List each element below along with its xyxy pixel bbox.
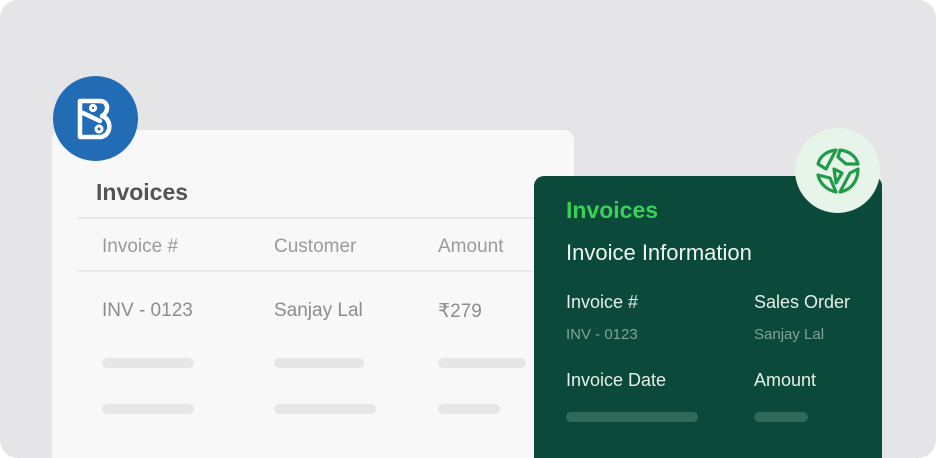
column-header-amount[interactable]: Amount xyxy=(438,236,503,258)
header-divider xyxy=(78,270,578,272)
column-header-customer[interactable]: Customer xyxy=(274,236,356,258)
invoices-list-title: Invoices xyxy=(96,179,189,205)
integration-logo-glyph xyxy=(815,147,860,194)
field-value-invoice-number: INV - 0123 xyxy=(566,326,638,343)
invoice-detail-title: Invoices xyxy=(566,197,659,223)
field-label-sales-order: Sales Order xyxy=(754,292,851,312)
field-label-amount: Amount xyxy=(754,370,817,390)
illustration-stage: Invoices Invoice # Customer Amount INV -… xyxy=(0,0,936,458)
integration-logo-icon xyxy=(795,128,880,213)
field-value-invoice-date-placeholder xyxy=(566,412,698,422)
invoice-information-heading: Invoice Information xyxy=(566,240,752,265)
field-value-sales-order: Sanjay Lal xyxy=(754,326,825,343)
title-divider xyxy=(78,217,578,219)
invoices-list-card: Invoices Invoice # Customer Amount INV -… xyxy=(52,130,578,458)
placeholder-bar xyxy=(438,404,500,414)
books-logo-glyph xyxy=(77,98,112,139)
books-logo-icon xyxy=(53,76,138,161)
placeholder-bar xyxy=(274,404,376,414)
field-label-invoice-date: Invoice Date xyxy=(566,370,667,390)
cell-customer: Sanjay Lal xyxy=(274,300,363,321)
placeholder-bar xyxy=(438,358,526,368)
cell-invoice-number: INV - 0123 xyxy=(102,300,193,321)
placeholder-bar xyxy=(274,358,364,368)
placeholder-bar xyxy=(102,404,194,414)
cell-amount: ₹279 xyxy=(438,301,482,322)
invoice-detail-card: Invoices Invoice Information Invoice # I… xyxy=(534,176,882,458)
column-header-invoice[interactable]: Invoice # xyxy=(102,236,178,258)
placeholder-bar xyxy=(102,358,194,368)
field-value-amount-placeholder xyxy=(754,412,808,422)
field-label-invoice-number: Invoice # xyxy=(566,292,639,312)
